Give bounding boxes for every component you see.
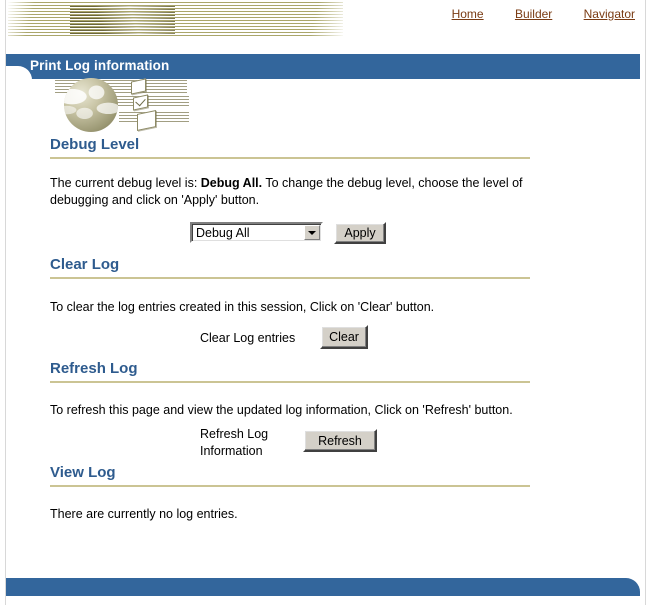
section-heading-refresh-log: Refresh Log: [50, 360, 138, 377]
clear-log-description: To clear the log entries created in this…: [50, 300, 435, 314]
debug-level-select[interactable]: Debug All: [190, 222, 323, 243]
clear-log-row-label: Clear Log entries: [200, 331, 296, 345]
globe-icon: [64, 78, 118, 132]
apply-button[interactable]: Apply: [334, 222, 386, 244]
chevron-down-icon[interactable]: [304, 225, 320, 240]
page-title: Print Log information: [30, 58, 170, 73]
refresh-log-description: To refresh this page and view the update…: [50, 403, 513, 417]
view-log-empty-message: There are currently no log entries.: [50, 507, 238, 521]
brand-logo: [8, 2, 343, 36]
document-icon: [137, 109, 156, 132]
title-bar-corner-notch: [6, 66, 32, 80]
refresh-log-row-label-line1: Refresh Log: [200, 427, 269, 441]
section-rule-view-log: [50, 485, 530, 487]
debug-level-description-prefix: The current debug level is:: [50, 176, 201, 190]
clear-button[interactable]: Clear: [320, 325, 368, 349]
masthead: Home Builder Navigator: [0, 0, 647, 50]
nav-link-builder[interactable]: Builder: [515, 7, 552, 21]
brand-logo-mark: [70, 6, 175, 34]
section-heading-debug-level: Debug Level: [50, 136, 140, 153]
hero-streak-middle: [113, 96, 189, 107]
footer-bar: [6, 578, 640, 596]
refresh-log-row-label-line2: Information: [200, 444, 263, 458]
globe-and-checklist-icon: [55, 76, 190, 134]
top-navigation: Home Builder Navigator: [424, 7, 635, 21]
nav-link-home[interactable]: Home: [452, 7, 484, 21]
debug-level-description: The current debug level is: Debug All. T…: [50, 175, 532, 209]
section-heading-clear-log: Clear Log: [50, 256, 120, 273]
section-rule-refresh-log: [50, 381, 530, 383]
section-heading-view-log: View Log: [50, 464, 116, 481]
nav-link-navigator[interactable]: Navigator: [584, 7, 635, 21]
section-rule-debug-level: [50, 157, 530, 159]
refresh-button[interactable]: Refresh: [303, 429, 377, 452]
debug-level-current-value: Debug All.: [200, 176, 263, 190]
debug-level-select-value: Debug All: [196, 226, 250, 240]
section-rule-clear-log: [50, 277, 530, 279]
